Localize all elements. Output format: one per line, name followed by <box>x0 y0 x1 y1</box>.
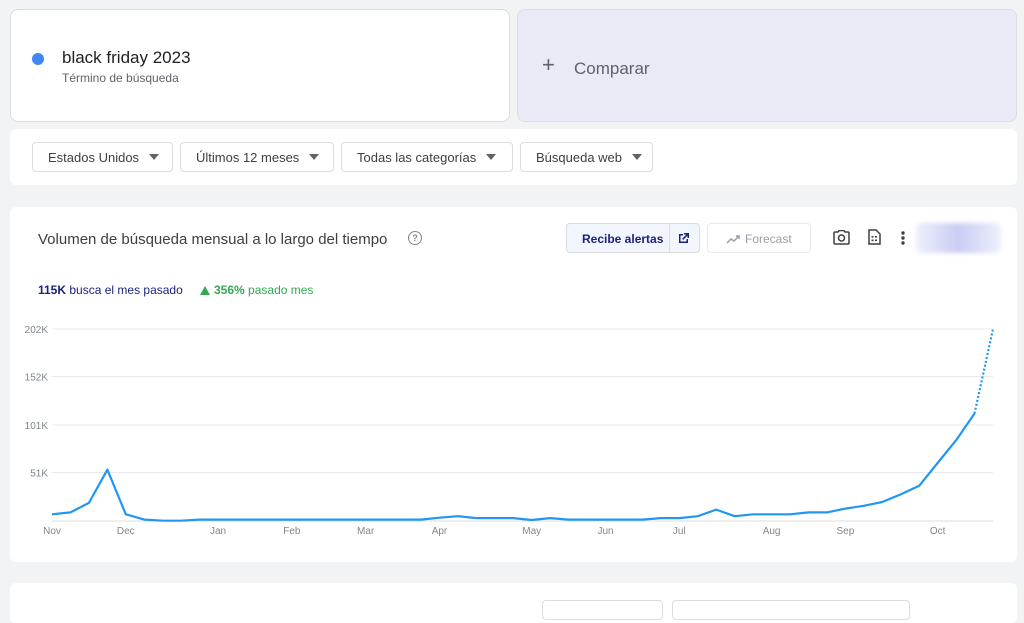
x-tick-label: May <box>522 526 541 537</box>
filter-category-dropdown[interactable]: Todas las categorías <box>341 142 513 172</box>
term-color-dot <box>32 53 44 65</box>
compare-card[interactable]: + Comparar <box>517 9 1017 122</box>
next-section-card <box>10 583 1017 623</box>
series-line <box>51 412 976 522</box>
y-tick-label: 51K <box>30 469 48 480</box>
search-term-type: Término de búsqueda <box>62 71 179 85</box>
y-tick-label: 152K <box>25 373 49 384</box>
filters-bar: Estados Unidos Últimos 12 meses Todas la… <box>10 129 1017 185</box>
filter-search-type-label: Búsqueda web <box>536 149 623 165</box>
x-tick-label: Oct <box>930 526 946 537</box>
search-volume-chart: 51K 101K 152K 202K Nov Dec Jan Feb Mar Apr May Jun J… <box>25 325 995 537</box>
next-section-button[interactable] <box>542 600 663 620</box>
x-tick-label: Jan <box>210 526 226 537</box>
filter-time-label: Últimos 12 meses <box>196 149 300 165</box>
x-tick-label: Dec <box>117 526 135 537</box>
x-tick-label: Aug <box>763 526 781 537</box>
filter-country-dropdown[interactable]: Estados Unidos <box>32 142 173 172</box>
x-tick-label: Nov <box>43 526 61 537</box>
x-tick-label: Sep <box>836 526 854 537</box>
search-term-card[interactable]: black friday 2023 Término de búsqueda <box>10 9 510 122</box>
x-tick-label: Mar <box>357 526 375 537</box>
compare-label: Comparar <box>574 59 650 78</box>
caret-down-icon <box>149 154 160 160</box>
plus-icon: + <box>542 52 555 77</box>
caret-down-icon <box>309 154 320 160</box>
filter-time-dropdown[interactable]: Últimos 12 meses <box>180 142 334 172</box>
filter-category-label: Todas las categorías <box>357 149 477 165</box>
x-tick-label: Jun <box>597 526 613 537</box>
forecast-line <box>973 328 995 414</box>
y-tick-label: 202K <box>25 325 49 336</box>
y-tick-label: 101K <box>25 421 49 432</box>
search-volume-card: Volumen de búsqueda mensual a lo largo d… <box>10 207 1017 562</box>
search-term-title: black friday 2023 <box>62 48 191 67</box>
caret-down-icon <box>486 154 497 160</box>
filter-country-label: Estados Unidos <box>48 149 140 165</box>
x-tick-label: Apr <box>432 526 448 537</box>
x-tick-label: Feb <box>283 526 301 537</box>
next-section-button[interactable] <box>672 600 910 620</box>
x-tick-label: Jul <box>673 526 686 537</box>
filter-search-type-dropdown[interactable]: Búsqueda web <box>520 142 653 172</box>
caret-down-icon <box>632 154 643 160</box>
